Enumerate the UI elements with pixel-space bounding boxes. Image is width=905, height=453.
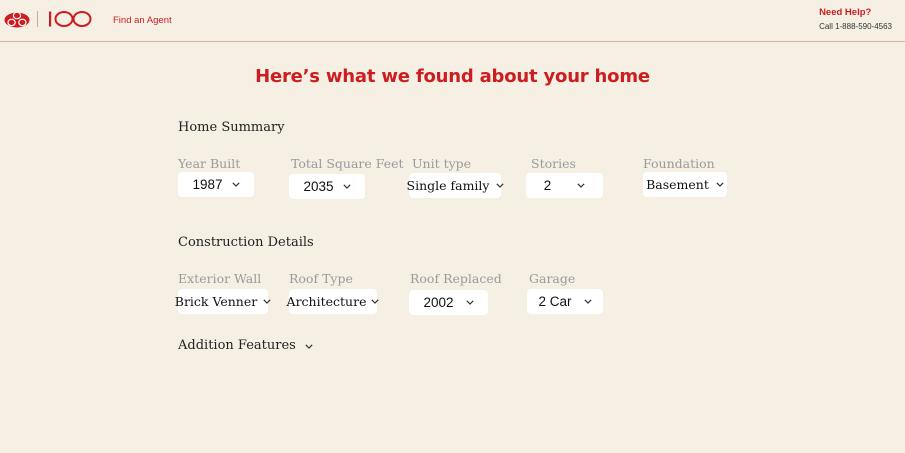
find-an-agent-link[interactable]: Find an Agent — [113, 15, 172, 26]
page-title: Here’s what we found about your home — [255, 66, 650, 87]
home-summary-title: Home Summary — [178, 120, 285, 135]
roof-replaced-field: Roof Replaced — [410, 271, 502, 286]
chevron-down-icon — [342, 184, 351, 189]
chevron-down-icon — [371, 299, 380, 304]
year-built-value: 1987 — [192, 177, 223, 192]
total-square-feet-field: Total Square Feet — [291, 156, 404, 171]
unit-type-value: Single family — [406, 178, 490, 193]
roof-type-field: Roof Type — [289, 271, 353, 286]
foundation-label: Foundation — [643, 156, 715, 171]
chevron-down-icon — [263, 299, 271, 304]
unit-type-label: Unit type — [412, 156, 472, 171]
garage-label: Garage — [529, 271, 576, 286]
year-built-select[interactable]: 1987 — [178, 172, 254, 197]
unit-type-field: Unit type — [412, 156, 471, 171]
top-header: 100 Find an Agent Need Help? Call 1-888-… — [0, 0, 905, 42]
chevron-down-icon — [577, 183, 585, 188]
total-square-feet-select[interactable]: 2035 — [289, 174, 365, 199]
roof-replaced-value: 2002 — [423, 295, 454, 310]
stories-field: Stories — [531, 156, 576, 171]
chevron-down-icon — [231, 182, 240, 187]
chevron-down-icon — [583, 299, 592, 304]
addition-features-toggle[interactable]: Addition Features — [178, 338, 313, 353]
chevron-down-icon — [305, 338, 313, 353]
garage-value: 2 Car — [538, 294, 572, 309]
total-square-feet-label: Total Square Feet — [291, 156, 404, 171]
garage-field: Garage — [529, 271, 575, 286]
logo-divider — [37, 11, 38, 27]
exterior-wall-field: Exterior Wall — [178, 271, 261, 286]
chevron-down-icon — [716, 182, 724, 187]
state-farm-logo-icon — [4, 11, 30, 28]
addition-features-label: Addition Features — [178, 338, 296, 353]
year-built-label: Year Built — [178, 156, 241, 171]
chevron-down-icon — [495, 183, 504, 188]
help-phone-link[interactable]: Call 1-888-590-4563 — [819, 22, 892, 31]
foundation-field: Foundation — [643, 156, 715, 171]
roof-type-select[interactable]: Architecture — [286, 289, 380, 314]
stories-label: Stories — [531, 156, 576, 171]
roof-replaced-select[interactable]: 2002 — [409, 290, 488, 315]
exterior-wall-value: Brick Venner — [174, 294, 258, 309]
unit-type-select[interactable]: Single family — [406, 173, 504, 198]
exterior-wall-select[interactable]: Brick Venner — [174, 289, 271, 314]
foundation-value: Basement — [646, 177, 709, 192]
garage-select[interactable]: 2 Car — [527, 289, 603, 314]
need-help-title: Need Help? — [819, 7, 872, 18]
year-built-field: Year Built — [178, 156, 240, 171]
exterior-wall-label: Exterior Wall — [178, 271, 262, 286]
roof-type-label: Roof Type — [289, 271, 353, 286]
stories-select[interactable]: 2 — [526, 173, 603, 198]
need-help-block: Need Help? Call 1-888-590-4563 — [819, 7, 892, 31]
total-square-feet-value: 2035 — [303, 179, 334, 194]
logo-100-graphic — [49, 11, 92, 27]
foundation-select[interactable]: Basement — [643, 172, 727, 197]
roof-replaced-label: Roof Replaced — [410, 271, 502, 286]
construction-details-title: Construction Details — [178, 235, 314, 250]
roof-type-value: Architecture — [286, 294, 367, 309]
stories-value: 2 — [543, 178, 552, 193]
brand-logo[interactable]: 100 — [4, 10, 93, 28]
chevron-down-icon — [465, 300, 474, 305]
